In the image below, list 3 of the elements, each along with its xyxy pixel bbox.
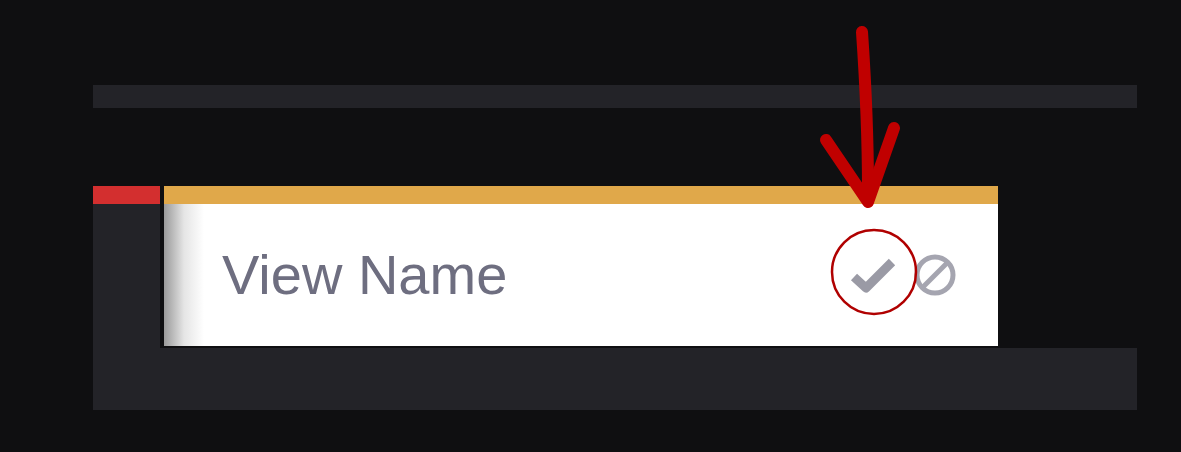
text-field[interactable]: View Name <box>164 186 998 346</box>
name-input[interactable]: View Name <box>204 233 804 317</box>
marker-strip <box>93 186 160 204</box>
